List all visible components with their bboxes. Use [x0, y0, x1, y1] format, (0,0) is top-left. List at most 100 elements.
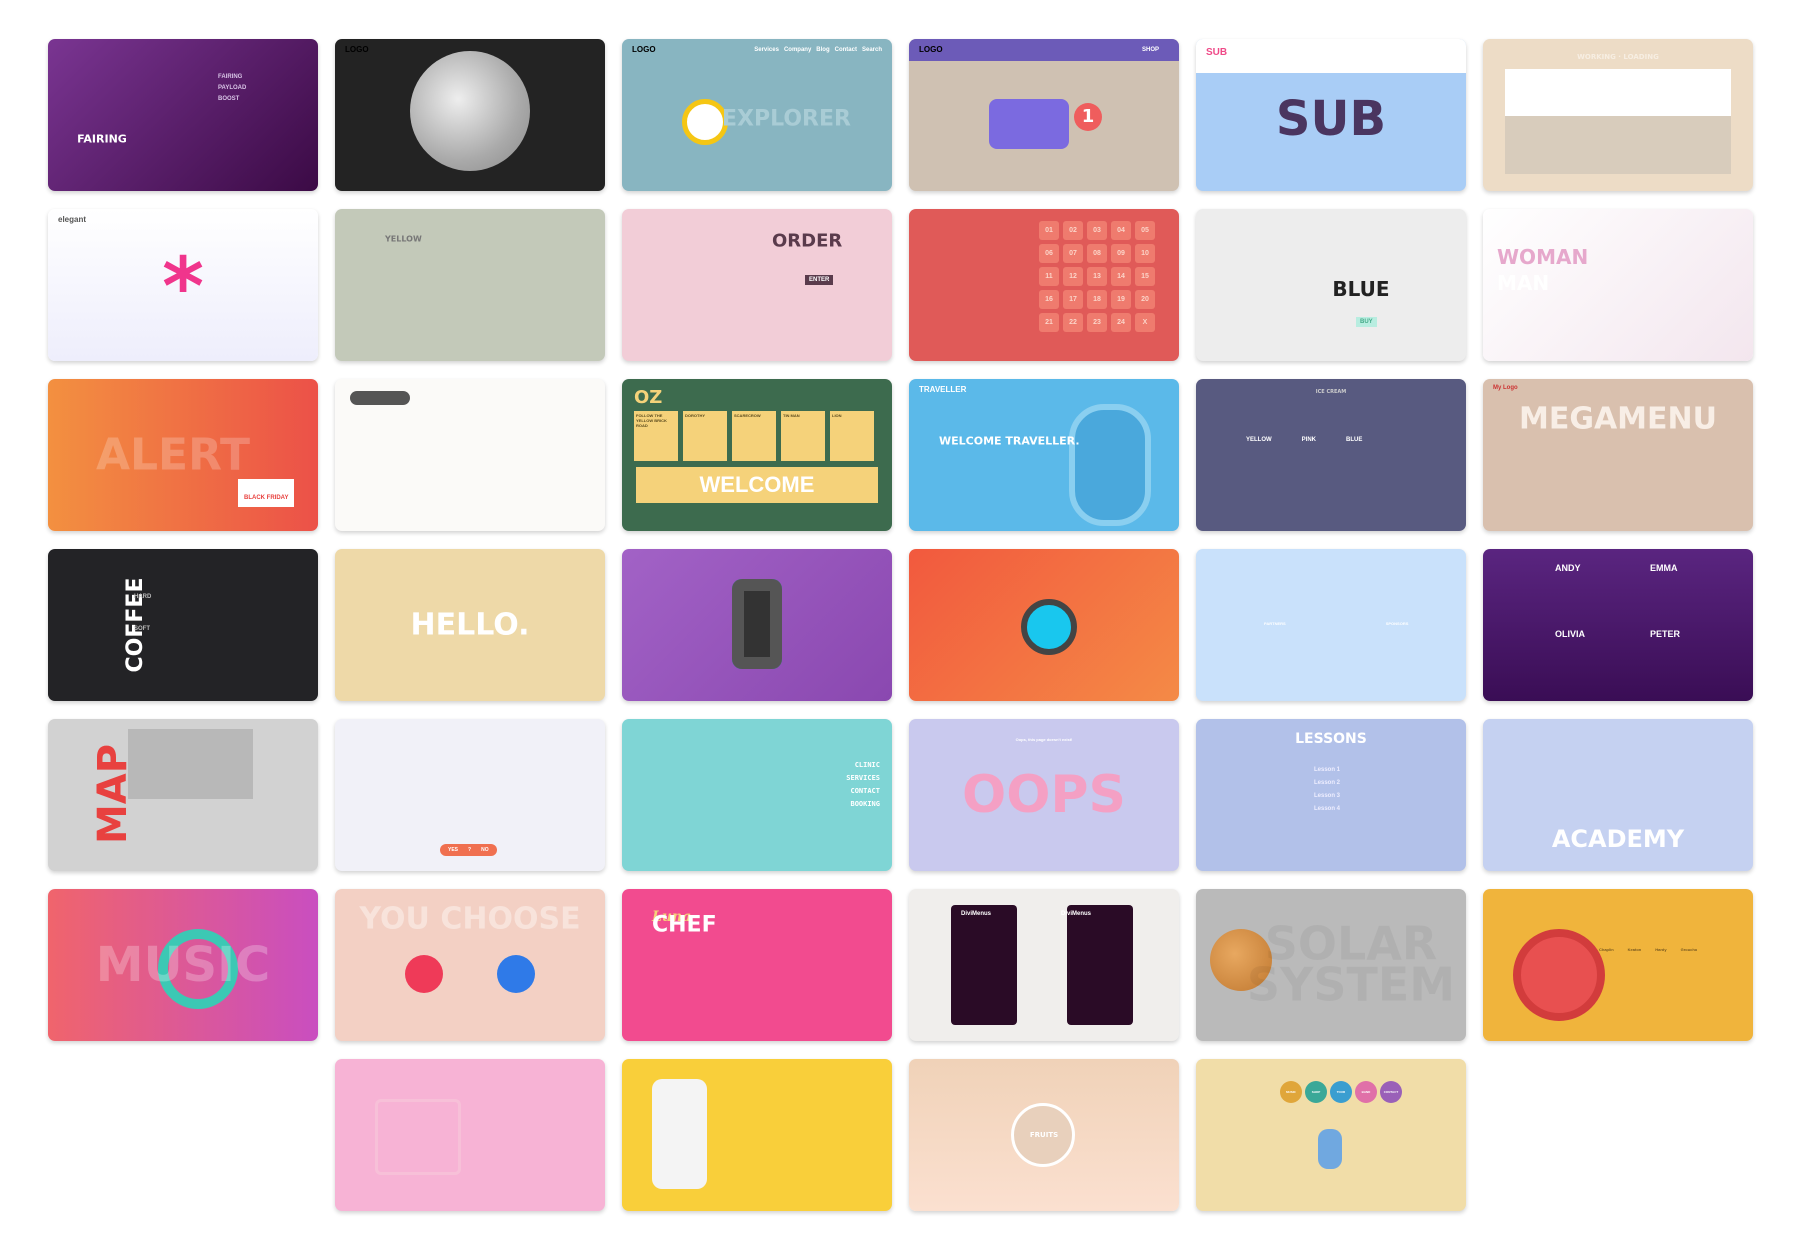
template-card-icons[interactable]	[335, 379, 605, 531]
template-card-clinic[interactable]: CLINIC SERVICES CONTACT BOOKING	[622, 719, 892, 871]
template-card-ice-cream[interactable]: ICE CREAM YELLOW PINK BLUE	[1196, 379, 1466, 531]
card-labels: PARTNERS SPONSORS	[1264, 621, 1408, 626]
template-card-watch[interactable]	[622, 549, 892, 701]
card-label: BAND	[1355, 1081, 1377, 1103]
template-card-traveller[interactable]: TRAVELLER WELCOME TRAVELLER.	[909, 379, 1179, 531]
card-header-bar	[909, 889, 1179, 911]
card-label: Services	[754, 47, 779, 53]
card-label: NO	[481, 847, 489, 853]
card-title: FRUITS	[1029, 1131, 1059, 1139]
template-card-moon[interactable]: LOGO	[335, 39, 605, 191]
card-header-bar	[48, 549, 318, 571]
card-label: EMMA	[1650, 563, 1678, 573]
card-label: Search	[861, 47, 882, 53]
template-card-lessons[interactable]: LESSONS Lesson 1 Lesson 2 Lesson 3 Lesson 4	[1196, 719, 1466, 871]
card-header-bar	[909, 1059, 1179, 1081]
template-card-pink-cart[interactable]	[335, 1059, 605, 1211]
card-label: SCARECROW	[732, 411, 776, 461]
template-card-team[interactable]: ANDY EMMA OLIVIA PETER	[1483, 549, 1753, 701]
template-gallery: FAIRING FAIRING PAYLOAD BOOST LOGO LOGO EXPLOR…	[0, 0, 1800, 1244]
card-label: BLACK FRIDAY	[244, 495, 289, 501]
card-label: DiviMenus	[1061, 911, 1092, 917]
card-labels: YES? NO	[440, 844, 497, 856]
template-card-coffee[interactable]: COFFEE HARD SOFT	[48, 549, 318, 701]
template-card-laptop[interactable]: YES? NO	[335, 719, 605, 871]
card-header-bar	[1483, 889, 1753, 911]
template-card-macarons[interactable]: YELLOW	[335, 209, 605, 361]
template-card-megamenu[interactable]: My Logo MEGAMENU	[1483, 379, 1753, 531]
card-label: BLUE	[1346, 437, 1363, 443]
card-label: FOLLOW THE YELLOW BRICK ROAD	[634, 411, 678, 461]
card-label: SOFT	[134, 626, 150, 632]
card-header-bar	[1196, 889, 1466, 911]
card-label: MUSIC	[1280, 1081, 1302, 1103]
card-title: ACADEMY	[1551, 825, 1685, 853]
template-card-partners[interactable]: PARTNERS SPONSORS	[1196, 549, 1466, 701]
card-label: Lesson 2	[1314, 780, 1341, 786]
template-card-blue[interactable]: BLUE BUY	[1196, 209, 1466, 361]
card-label: 05	[1135, 221, 1155, 240]
card-title: OZ	[634, 387, 663, 408]
card-label: BOOST	[218, 96, 240, 102]
card-logo: TRAVELLER	[919, 385, 967, 394]
card-illustration	[951, 905, 1017, 1025]
card-label: Groucho	[1680, 947, 1698, 952]
card-illustration	[1318, 1129, 1342, 1169]
card-label: PAYLOAD	[218, 85, 247, 91]
card-illustration-secondary	[497, 955, 535, 993]
card-labels: MAN	[1497, 271, 1549, 295]
card-label: X	[1135, 313, 1155, 332]
template-card-you-choose[interactable]: YOU CHOOSE	[335, 889, 605, 1041]
card-title: CHEF	[652, 912, 717, 938]
card-labels: ENTER	[805, 275, 834, 285]
card-label: ?	[468, 847, 472, 853]
card-label: BOOKING	[850, 800, 880, 808]
template-card-oz[interactable]: OZ FOLLOW THE YELLOW BRICK ROAD DOROTHY SCA…	[622, 379, 892, 531]
card-labels: HARD SOFT	[134, 594, 151, 632]
card-labels: DiviMenus DiviMenus	[961, 911, 1091, 917]
template-card-lemon[interactable]	[622, 1059, 892, 1211]
template-card-fruits[interactable]: FRUITS	[909, 1059, 1179, 1211]
card-label: 02	[1063, 221, 1083, 240]
card-header-bar	[335, 1059, 605, 1081]
card-label: 10	[1135, 244, 1155, 263]
template-card-chef[interactable]: Luna CHEF	[622, 889, 892, 1041]
card-title: SUB	[1275, 91, 1387, 147]
card-labels: BLACK FRIDAY	[238, 479, 295, 507]
template-card-alert[interactable]: ALERT BLACK FRIDAY	[48, 379, 318, 531]
card-labels: 01 02 03 04 05 06 07 08 09 10 11 12 13 14 15 16 17 18 19 20…	[1039, 221, 1155, 332]
card-label: MAN	[1497, 271, 1550, 295]
template-card-elegant[interactable]: elegant *	[48, 209, 318, 361]
template-card-shop-cart[interactable]: LOGO 1 SHOP	[909, 39, 1179, 191]
template-card-solar[interactable]: SOLAR SYSTEM	[1196, 889, 1466, 1041]
card-label: PINK	[1301, 437, 1317, 443]
card-label: 09	[1111, 244, 1131, 263]
template-card-map[interactable]: MAP	[48, 719, 318, 871]
template-card-watches[interactable]	[909, 549, 1179, 701]
card-label: 18	[1087, 290, 1107, 309]
template-card-divimenus[interactable]: DiviMenus DiviMenus	[909, 889, 1179, 1041]
template-card-hello[interactable]: HELLO.	[335, 549, 605, 701]
template-card-sub[interactable]: SUB SUB	[1196, 39, 1466, 191]
template-card-woman-man[interactable]: WOMAN MAN	[1483, 209, 1753, 361]
card-title: SOLAR SYSTEM	[1246, 916, 1456, 1012]
card-label: YELLOW	[1246, 437, 1272, 443]
card-logo: elegant	[58, 215, 87, 224]
card-title: ALERT	[95, 429, 251, 481]
template-card-advent[interactable]: 01 02 03 04 05 06 07 08 09 10 11 12 13 14 15 16 17 18 19 20…	[909, 209, 1179, 361]
template-card-academy[interactable]: ACADEMY	[1483, 719, 1753, 871]
template-card-working-loading[interactable]: WORKING · LOADING	[1483, 39, 1753, 191]
card-label: 23	[1087, 313, 1107, 332]
card-label: DOROTHY	[683, 411, 727, 461]
card-title: MEGAMENU	[1518, 401, 1717, 437]
card-label: LION	[830, 411, 874, 461]
card-header-bar	[48, 209, 318, 231]
template-card-order[interactable]: ORDER ENTER	[622, 209, 892, 361]
template-card-explorer[interactable]: LOGO EXPLORER Services Company Blog Contact Se…	[622, 39, 892, 191]
template-card-music[interactable]: MUSIC	[48, 889, 318, 1041]
card-label: Blog	[816, 47, 830, 53]
template-card-fairing[interactable]: FAIRING FAIRING PAYLOAD BOOST	[48, 39, 318, 191]
template-card-microphone[interactable]: MUSIC SHOP TOUR BAND CONTACT	[1196, 1059, 1466, 1211]
template-card-oops[interactable]: OOPS Oops, this page doesn't exist!	[909, 719, 1179, 871]
template-card-film[interactable]: Chaplin Keaton Hardy Groucho	[1483, 889, 1753, 1041]
